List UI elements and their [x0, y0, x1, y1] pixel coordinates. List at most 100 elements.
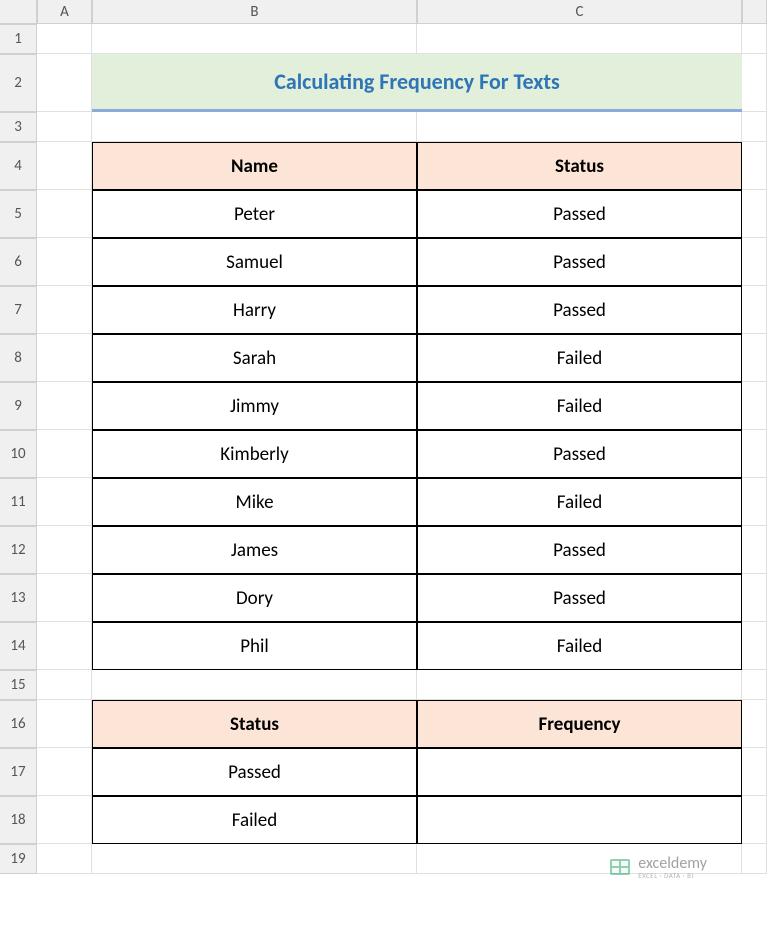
table-row[interactable]: Dory — [92, 574, 417, 622]
cell-D19[interactable] — [742, 844, 767, 874]
row-header-14[interactable]: 14 — [0, 622, 37, 670]
cell-D15[interactable] — [742, 670, 767, 700]
table-row[interactable]: Passed — [417, 286, 742, 334]
cell-A17[interactable] — [37, 748, 92, 796]
table-row[interactable]: James — [92, 526, 417, 574]
row-header-1[interactable]: 1 — [0, 24, 37, 54]
cell-D17[interactable] — [742, 748, 767, 796]
cell-A8[interactable] — [37, 334, 92, 382]
table-row[interactable] — [417, 796, 742, 844]
cell-D13[interactable] — [742, 574, 767, 622]
cell-A1[interactable] — [37, 24, 92, 54]
watermark-text: exceldemy EXCEL · DATA · BI — [638, 856, 707, 879]
cell-D4[interactable] — [742, 142, 767, 190]
row-header-11[interactable]: 11 — [0, 478, 37, 526]
cell-C3[interactable] — [417, 112, 742, 142]
table-row[interactable]: Jimmy — [92, 382, 417, 430]
cell-A7[interactable] — [37, 286, 92, 334]
cell-A2[interactable] — [37, 54, 92, 112]
row-header-18[interactable]: 18 — [0, 796, 37, 844]
cell-A14[interactable] — [37, 622, 92, 670]
table-row[interactable]: Samuel — [92, 238, 417, 286]
table-row[interactable]: Failed — [417, 622, 742, 670]
cell-A9[interactable] — [37, 382, 92, 430]
table2-header-frequency[interactable]: Frequency — [417, 700, 742, 748]
table2-header-status[interactable]: Status — [92, 700, 417, 748]
row-header-13[interactable]: 13 — [0, 574, 37, 622]
row-header-15[interactable]: 15 — [0, 670, 37, 700]
table-row[interactable]: Failed — [417, 382, 742, 430]
table-row[interactable]: Failed — [92, 796, 417, 844]
cell-A18[interactable] — [37, 796, 92, 844]
row-header-19[interactable]: 19 — [0, 844, 37, 874]
row-header-3[interactable]: 3 — [0, 112, 37, 142]
cell-D5[interactable] — [742, 190, 767, 238]
cell-A3[interactable] — [37, 112, 92, 142]
cell-A6[interactable] — [37, 238, 92, 286]
cell-A11[interactable] — [37, 478, 92, 526]
cell-A15[interactable] — [37, 670, 92, 700]
cell-D18[interactable] — [742, 796, 767, 844]
row-header-8[interactable]: 8 — [0, 334, 37, 382]
row-header-9[interactable]: 9 — [0, 382, 37, 430]
col-header-C[interactable]: C — [417, 0, 742, 24]
table-row[interactable]: Passed — [417, 190, 742, 238]
row-header-5[interactable]: 5 — [0, 190, 37, 238]
table1-header-status[interactable]: Status — [417, 142, 742, 190]
table-row[interactable]: Kimberly — [92, 430, 417, 478]
row-header-17[interactable]: 17 — [0, 748, 37, 796]
cell-D1[interactable] — [742, 24, 767, 54]
row-header-2[interactable]: 2 — [0, 54, 37, 112]
row-header-7[interactable]: 7 — [0, 286, 37, 334]
cell-D9[interactable] — [742, 382, 767, 430]
table-row[interactable]: Passed — [417, 574, 742, 622]
table-row[interactable]: Failed — [417, 334, 742, 382]
cell-A16[interactable] — [37, 700, 92, 748]
row-header-4[interactable]: 4 — [0, 142, 37, 190]
cell-D7[interactable] — [742, 286, 767, 334]
table-row[interactable]: Phil — [92, 622, 417, 670]
cell-A19[interactable] — [37, 844, 92, 874]
cell-D8[interactable] — [742, 334, 767, 382]
cell-B1[interactable] — [92, 24, 417, 54]
table-row[interactable]: Mike — [92, 478, 417, 526]
table-row[interactable] — [417, 748, 742, 796]
select-all-corner[interactable] — [0, 0, 37, 24]
cell-D12[interactable] — [742, 526, 767, 574]
table-row[interactable]: Failed — [417, 478, 742, 526]
row-header-10[interactable]: 10 — [0, 430, 37, 478]
cell-D3[interactable] — [742, 112, 767, 142]
col-header-A[interactable]: A — [37, 0, 92, 24]
table1-header-name[interactable]: Name — [92, 142, 417, 190]
cell-D2[interactable] — [742, 54, 767, 112]
row-header-12[interactable]: 12 — [0, 526, 37, 574]
cell-C1[interactable] — [417, 24, 742, 54]
cell-B15[interactable] — [92, 670, 417, 700]
table-row[interactable]: Passed — [417, 238, 742, 286]
cell-A13[interactable] — [37, 574, 92, 622]
cell-A10[interactable] — [37, 430, 92, 478]
cell-A5[interactable] — [37, 190, 92, 238]
cell-D6[interactable] — [742, 238, 767, 286]
table-row[interactable]: Passed — [92, 748, 417, 796]
cell-D11[interactable] — [742, 478, 767, 526]
cell-A4[interactable] — [37, 142, 92, 190]
cell-B3[interactable] — [92, 112, 417, 142]
cell-B19[interactable] — [92, 844, 417, 874]
table-row[interactable]: Harry — [92, 286, 417, 334]
col-header-B[interactable]: B — [92, 0, 417, 24]
table-row[interactable]: Passed — [417, 526, 742, 574]
cell-C15[interactable] — [417, 670, 742, 700]
table-row[interactable]: Sarah — [92, 334, 417, 382]
cell-D16[interactable] — [742, 700, 767, 748]
table-row[interactable]: Peter — [92, 190, 417, 238]
col-header-extra[interactable] — [742, 0, 767, 24]
spreadsheet-grid: A B C 1 2 Calculating Frequency For Text… — [0, 0, 767, 874]
table-row[interactable]: Passed — [417, 430, 742, 478]
row-header-6[interactable]: 6 — [0, 238, 37, 286]
cell-D10[interactable] — [742, 430, 767, 478]
cell-D14[interactable] — [742, 622, 767, 670]
row-header-16[interactable]: 16 — [0, 700, 37, 748]
title-cell[interactable]: Calculating Frequency For Texts — [92, 54, 742, 112]
cell-A12[interactable] — [37, 526, 92, 574]
